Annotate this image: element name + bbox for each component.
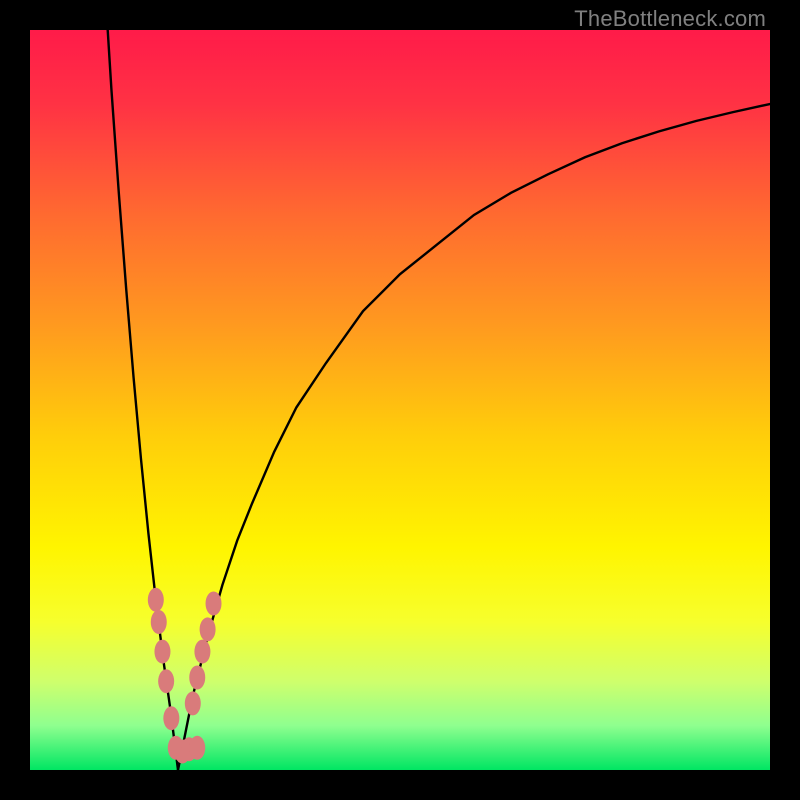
highlight-dot	[200, 617, 216, 641]
curve-right-branch	[178, 104, 770, 770]
highlight-dot	[206, 592, 222, 616]
watermark-text: TheBottleneck.com	[574, 6, 766, 32]
highlight-dot	[163, 706, 179, 730]
plot-area	[30, 30, 770, 770]
chart-frame: TheBottleneck.com	[0, 0, 800, 800]
highlight-dot	[151, 610, 167, 634]
highlight-dot	[189, 736, 205, 760]
bottleneck-curve	[30, 30, 770, 770]
highlight-dot	[148, 588, 164, 612]
highlight-dot	[154, 640, 170, 664]
highlight-dot	[185, 691, 201, 715]
highlight-dot	[189, 666, 205, 690]
highlight-dot	[158, 669, 174, 693]
highlight-dot	[194, 640, 210, 664]
